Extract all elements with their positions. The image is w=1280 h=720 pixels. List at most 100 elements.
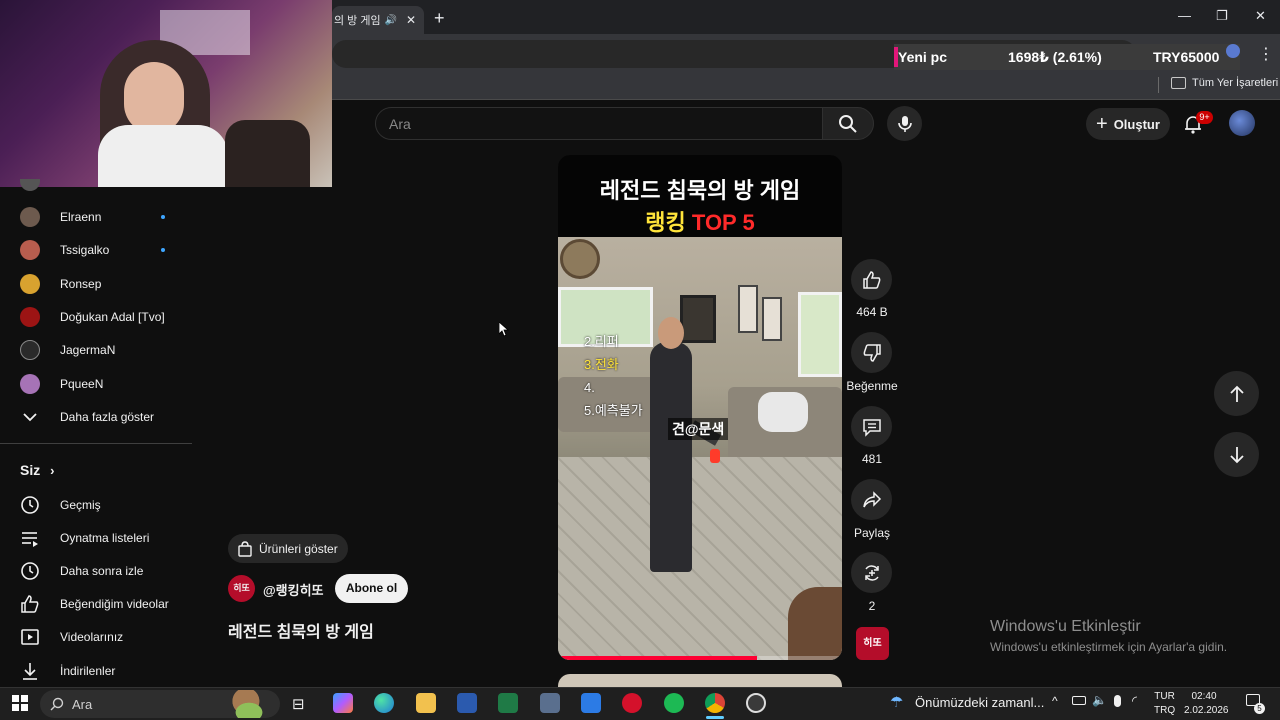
person-head — [658, 317, 684, 349]
tray-microphone-icon[interactable] — [1114, 695, 1121, 707]
tab-audio-icon[interactable]: 🔊 — [385, 15, 397, 26]
video-progress-fill — [558, 656, 757, 660]
ticker-goal: TRY65000 — [1153, 49, 1220, 65]
comment-icon — [862, 418, 881, 437]
sidebar-item-history[interactable]: Geçmiş — [0, 488, 192, 521]
sidebar-item-elraenn[interactable]: Elraenn — [0, 200, 192, 233]
new-tab-button[interactable]: + — [434, 8, 445, 29]
streamer-shirt — [98, 125, 228, 187]
edge-icon[interactable] — [374, 693, 394, 713]
bookmarks-separator — [1158, 77, 1159, 93]
channel-logo[interactable]: 히또 — [228, 575, 255, 602]
sidebar-item-your-videos[interactable]: Videolarınız — [0, 620, 192, 653]
sidebar-item-pqueen[interactable]: PqueeN — [0, 367, 192, 400]
calculator-icon[interactable] — [540, 693, 560, 713]
ranking-item: 2.리퍼 — [584, 334, 619, 349]
channel-handle[interactable]: @랭킹히또 — [263, 580, 324, 599]
tray-overflow-icon[interactable]: ^ — [1052, 694, 1058, 708]
show-more-button[interactable]: Daha fazla göster — [0, 400, 192, 433]
weather-text[interactable]: Önümüzdeki zamanl... — [915, 695, 1044, 710]
opera-icon[interactable] — [622, 693, 642, 713]
dislike-label: Beğenme — [846, 379, 898, 393]
sidebar-item-tssigalko[interactable]: Tssigalko — [0, 233, 192, 266]
channel-name: Elraenn — [60, 209, 102, 224]
video-title-banner: 레전드 침묵의 방 게임 랭킹 TOP 5 — [558, 155, 842, 237]
browser-tab-active[interactable]: 의 방 게임 🔊 ✕ — [332, 6, 424, 34]
standing-person — [650, 342, 692, 572]
you-section-header[interactable]: Siz › — [20, 462, 54, 478]
store-icon[interactable] — [581, 693, 601, 713]
excel-icon[interactable] — [498, 693, 518, 713]
streamer-face — [124, 62, 184, 134]
wall-clock — [560, 239, 600, 279]
search-input[interactable] — [375, 107, 823, 140]
maximize-button[interactable]: ❐ — [1216, 8, 1228, 24]
all-bookmarks-link[interactable]: Tüm Yer İşaretleri — [1192, 77, 1278, 89]
battery-icon[interactable] — [1072, 696, 1086, 705]
sound-channel-thumbnail[interactable]: 히또 — [856, 627, 889, 660]
channel-avatar — [20, 373, 40, 394]
remix-icon — [864, 564, 879, 581]
obs-icon[interactable] — [746, 693, 766, 713]
partial-channel-avatar — [20, 179, 40, 191]
thumbs-up-icon — [20, 594, 40, 614]
thumbs-down-icon — [863, 343, 881, 362]
sidebar-item-watch-later[interactable]: Daha sonra izle — [0, 554, 192, 587]
channel-name: Doğukan Adal [Tvo] — [60, 309, 165, 324]
channel-name: JagermaN — [60, 342, 116, 357]
chevron-right-icon: › — [50, 463, 55, 478]
thumbs-up-icon — [862, 270, 880, 289]
speaker-icon[interactable]: 🔈 — [1092, 693, 1107, 707]
windows-start-icon[interactable] — [12, 695, 28, 716]
network-icon[interactable]: ◜ — [1132, 693, 1137, 709]
spotify-icon[interactable] — [664, 693, 684, 713]
taskbar-clock[interactable]: 02:40 2.02.2026 — [1184, 690, 1229, 718]
task-view-icon[interactable]: ⊟ — [292, 695, 305, 713]
sidebar-item-jagerman[interactable]: JagermaN — [0, 333, 192, 366]
remix-button[interactable] — [851, 552, 892, 593]
short-title[interactable]: 레전드 침묵의 방 게임 — [228, 618, 374, 642]
browser-menu-icon[interactable]: ⋮ — [1258, 44, 1274, 64]
sidebar-item-downloads[interactable]: İndirilenler — [0, 654, 192, 687]
like-button[interactable] — [851, 259, 892, 300]
sidebar-item-label: Beğendiğim videolar — [60, 596, 169, 611]
wall-frame — [738, 285, 758, 333]
sidebar-item-playlists[interactable]: Oynatma listeleri — [0, 521, 192, 554]
sidebar-item-label: İndirilenler — [60, 663, 116, 678]
tab-close-icon[interactable]: ✕ — [406, 13, 416, 27]
minimize-button[interactable]: — — [1178, 8, 1191, 23]
search-icon — [50, 697, 64, 711]
arrow-up-icon — [1229, 385, 1244, 402]
video-frame — [558, 237, 842, 660]
file-explorer-icon[interactable] — [416, 693, 436, 713]
sidebar-item-liked-videos[interactable]: Beğendiğim videolar — [0, 587, 192, 620]
input-language[interactable]: TUR TRQ — [1154, 690, 1175, 718]
next-short-button[interactable] — [1214, 432, 1259, 477]
search-button[interactable] — [822, 107, 874, 140]
create-button[interactable]: + Oluştur — [1086, 108, 1170, 140]
subscribe-button[interactable]: Abone ol — [335, 574, 408, 603]
dislike-button[interactable] — [851, 332, 892, 373]
voice-search-button[interactable] — [887, 106, 922, 141]
ranking-item: 3.전화 — [584, 357, 619, 372]
sidebar-item-ronsep[interactable]: Ronsep — [0, 267, 192, 300]
short-video-player[interactable]: 레전드 침묵의 방 게임 랭킹 TOP 5 2.리퍼 3.전화 4. 5.예측불… — [558, 155, 842, 660]
sleeping-person — [758, 392, 808, 432]
you-label: Siz — [20, 462, 41, 478]
chrome-icon[interactable] — [705, 693, 725, 713]
show-more-label: Daha fazla göster — [60, 409, 155, 424]
account-avatar[interactable] — [1229, 110, 1255, 136]
share-button[interactable] — [851, 479, 892, 520]
word-icon[interactable] — [457, 693, 477, 713]
search-highlight-icon[interactable] — [218, 690, 280, 718]
armchair — [788, 587, 842, 660]
sidebar-item-dogukan-adal[interactable]: Doğukan Adal [Tvo] — [0, 300, 192, 333]
previous-short-button[interactable] — [1214, 371, 1259, 416]
keyboard-layout: TRQ — [1154, 705, 1176, 716]
title-top5-word: TOP 5 — [691, 210, 755, 235]
shopping-bag-icon — [238, 540, 252, 557]
close-window-button[interactable]: ✕ — [1255, 8, 1266, 24]
comments-button[interactable] — [851, 406, 892, 447]
show-products-button[interactable]: Ürünleri göster — [228, 534, 348, 563]
copilot-icon[interactable] — [333, 693, 353, 713]
